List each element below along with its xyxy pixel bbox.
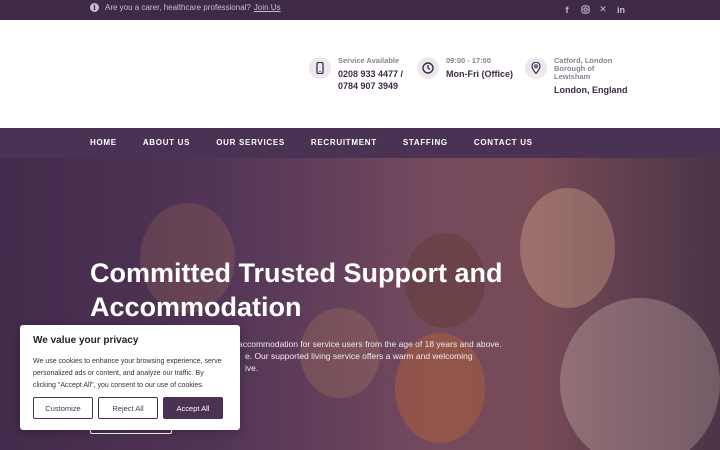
customize-button[interactable]: Customize <box>33 397 93 419</box>
contact-label: Service Available <box>338 56 400 65</box>
facebook-icon[interactable]: f <box>562 4 572 15</box>
notice-text: Are you a carer, healthcare professional… <box>105 3 251 12</box>
contact-value: Mon-Fri (Office) <box>446 69 513 79</box>
contact-value: London, England <box>554 85 628 95</box>
reject-all-button[interactable]: Reject All <box>98 397 158 419</box>
clock-icon <box>417 57 439 79</box>
x-icon[interactable]: ✕ <box>598 4 608 15</box>
contact-phone: Service Available 0208 933 4477 / 0784 9… <box>309 57 403 92</box>
cookie-text: We use cookies to enhance your browsing … <box>33 358 222 389</box>
top-bar: i Are you a carer, healthcare profession… <box>0 0 720 20</box>
contact-label: Catford, London Borough of Lewisham <box>554 56 613 81</box>
contact-label: 09:00 - 17:00 <box>446 56 492 65</box>
top-notice: i Are you a carer, healthcare profession… <box>90 3 281 12</box>
main-nav: HOME ABOUT US OUR SERVICES RECRUITMENT S… <box>0 128 720 158</box>
nav-item-contact-us[interactable]: CONTACT US <box>474 138 533 147</box>
nav-item-about-us[interactable]: ABOUT US <box>143 138 190 147</box>
cookie-title: We value your privacy <box>33 335 139 346</box>
site-header: Service Available 0208 933 4477 / 0784 9… <box>0 20 720 128</box>
contact-value[interactable]: 0208 933 4477 / <box>338 68 403 80</box>
nav-item-staffing[interactable]: STAFFING <box>403 138 448 147</box>
location-icon <box>525 57 547 79</box>
phone-icon <box>309 57 331 79</box>
contact-hours: 09:00 - 17:00 Mon-Fri (Office) <box>417 57 513 80</box>
social-links: f ✕ in <box>562 4 626 15</box>
nav-item-our-services[interactable]: OUR SERVICES <box>216 138 285 147</box>
info-icon: i <box>90 3 99 12</box>
linkedin-icon[interactable]: in <box>616 4 626 15</box>
nav-item-recruitment[interactable]: RECRUITMENT <box>311 138 377 147</box>
hero-title: Committed Trusted Support and Accommodat… <box>90 258 503 322</box>
cookie-consent-banner: We value your privacy We use cookies to … <box>20 325 240 430</box>
contact-location: Catford, London Borough of Lewisham Lond… <box>525 57 628 96</box>
nav-item-home[interactable]: HOME <box>90 138 117 147</box>
join-us-link[interactable]: Join Us <box>254 3 281 12</box>
cookie-buttons: Customize Reject All Accept All <box>33 397 223 419</box>
instagram-icon[interactable] <box>580 4 590 15</box>
contact-value[interactable]: 0784 907 3949 <box>338 80 403 92</box>
accept-all-button[interactable]: Accept All <box>163 397 223 419</box>
